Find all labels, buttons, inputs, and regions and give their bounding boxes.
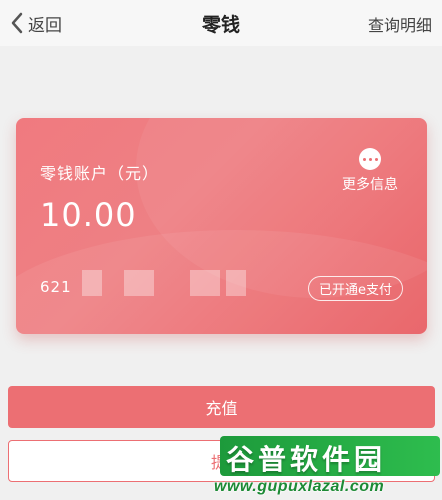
watermark-text: 谷普软件园 <box>226 443 387 476</box>
card-number: 621 <box>40 278 72 296</box>
masked-digits <box>124 270 154 296</box>
account-title: 零钱账户（元） <box>40 164 160 183</box>
more-info-label: 更多信息 <box>342 177 398 193</box>
watermark: 谷普软件园 www.gupuxlazal.com <box>212 428 442 500</box>
masked-digits <box>190 270 220 296</box>
masked-digits <box>226 270 246 296</box>
balance-amount: 10.00 <box>40 196 137 234</box>
top-bar: 返回 零钱 查询明细 <box>0 0 442 46</box>
wallet-card: 零钱账户（元） 10.00 更多信息 621 已开通e支付 <box>16 118 427 334</box>
more-info-button[interactable]: 更多信息 <box>335 148 405 194</box>
query-details-link[interactable]: 查询明细 <box>368 12 432 36</box>
epay-status-badge[interactable]: 已开通e支付 <box>308 276 403 301</box>
masked-digits <box>82 270 102 296</box>
more-icon <box>359 148 381 170</box>
watermark-url: www.gupuxlazal.com <box>214 478 385 495</box>
recharge-button[interactable]: 充值 <box>8 386 435 428</box>
